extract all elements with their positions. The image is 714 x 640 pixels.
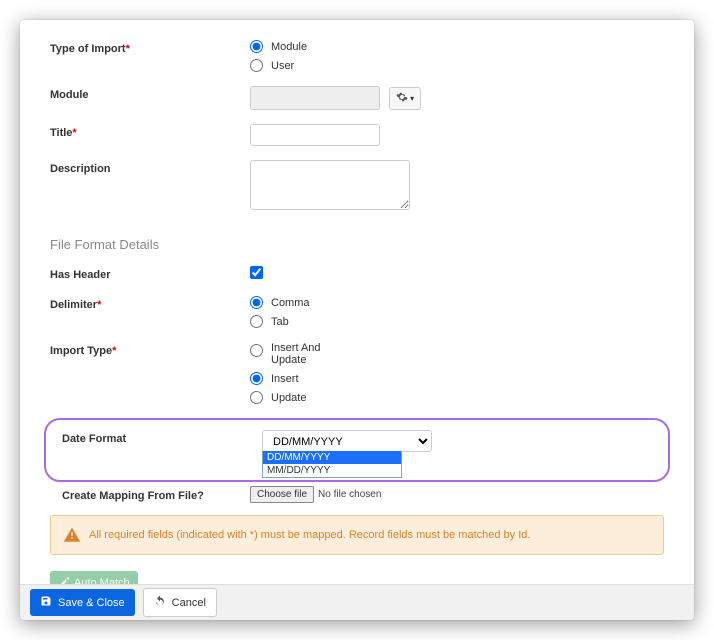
radio-update-label: Update: [271, 392, 306, 404]
radio-module-input[interactable]: [250, 40, 263, 53]
radio-tab[interactable]: Tab: [250, 315, 664, 328]
radio-tab-input[interactable]: [250, 315, 263, 328]
date-format-option-mmddyyyy[interactable]: MM/DD/YYYY: [263, 464, 401, 477]
label-title: Title*: [50, 124, 250, 139]
save-close-label: Save & Close: [58, 597, 125, 609]
radio-insert-input[interactable]: [250, 372, 263, 385]
label-module: Module: [50, 86, 250, 101]
label-type-of-import: Type of Import*: [50, 40, 250, 55]
description-field[interactable]: [250, 160, 410, 210]
alert-text: All required fields (indicated with *) m…: [89, 529, 530, 541]
module-settings-button[interactable]: ▾: [389, 87, 421, 110]
label-has-header: Has Header: [50, 266, 250, 281]
row-date-format: Date Format DD/MM/YYYY: [62, 430, 652, 452]
module-field[interactable]: [250, 86, 380, 110]
radio-update-input[interactable]: [250, 391, 263, 404]
label-import-type: Import Type*: [50, 342, 250, 357]
module-input-col: ▾: [250, 86, 664, 110]
footer-bar: Save & Close Cancel: [20, 584, 694, 620]
radio-user-label: User: [271, 60, 294, 72]
radio-comma-input[interactable]: [250, 296, 263, 309]
description-input-col: [250, 160, 664, 213]
row-description: Description: [50, 160, 664, 213]
save-close-button[interactable]: Save & Close: [30, 589, 135, 616]
date-format-input-col: DD/MM/YYYY: [262, 430, 652, 452]
type-of-import-options: Module User: [250, 40, 664, 72]
radio-user-input[interactable]: [250, 59, 263, 72]
chevron-down-icon: ▾: [410, 94, 414, 103]
alert-required-fields: All required fields (indicated with *) m…: [50, 515, 664, 555]
radio-module-label: Module: [271, 41, 307, 53]
row-module: Module ▾: [50, 86, 664, 110]
form-area: Type of Import* Module User Module: [20, 20, 694, 594]
undo-icon: [154, 595, 166, 610]
label-create-mapping: Create Mapping From File?: [50, 487, 250, 502]
has-header-checkbox[interactable]: [250, 266, 263, 279]
row-type-of-import: Type of Import* Module User: [50, 40, 664, 72]
row-import-type: Import Type* Insert And Update Insert Up…: [50, 342, 664, 404]
radio-user[interactable]: User: [250, 59, 664, 72]
cancel-label: Cancel: [172, 597, 206, 609]
save-icon: [40, 595, 52, 610]
radio-insert-update-input[interactable]: [250, 344, 263, 357]
row-title: Title*: [50, 124, 664, 146]
import-config-window: Type of Import* Module User Module: [20, 20, 694, 620]
delimiter-options: Comma Tab: [250, 296, 664, 328]
choose-file-button[interactable]: Choose file: [250, 486, 314, 503]
radio-insert-update-label: Insert And Update: [271, 342, 351, 366]
date-format-select[interactable]: DD/MM/YYYY: [262, 430, 432, 452]
file-control: Choose file No file chosen: [250, 486, 664, 503]
title-input-col: [250, 124, 664, 146]
date-format-dropdown: DD/MM/YYYY MM/DD/YYYY: [262, 451, 402, 478]
radio-comma-label: Comma: [271, 297, 310, 309]
label-delimiter: Delimiter*: [50, 296, 250, 311]
gear-icon: [396, 91, 408, 106]
no-file-label: No file chosen: [318, 489, 381, 500]
has-header-input-col: [250, 266, 664, 282]
date-format-option-ddmmyyyy[interactable]: DD/MM/YYYY: [263, 451, 401, 464]
radio-update[interactable]: Update: [250, 391, 664, 404]
cancel-button[interactable]: Cancel: [143, 588, 217, 617]
title-field[interactable]: [250, 124, 380, 146]
row-has-header: Has Header: [50, 266, 664, 282]
highlight-date-format: Date Format DD/MM/YYYY DD/MM/YYYY MM/DD/…: [44, 418, 670, 482]
radio-insert[interactable]: Insert: [250, 372, 664, 385]
radio-tab-label: Tab: [271, 316, 289, 328]
import-type-options: Insert And Update Insert Update: [250, 342, 664, 404]
radio-comma[interactable]: Comma: [250, 296, 664, 309]
radio-module[interactable]: Module: [250, 40, 664, 53]
radio-insert-update[interactable]: Insert And Update: [250, 342, 664, 366]
label-date-format: Date Format: [62, 430, 262, 445]
warning-icon: [63, 526, 81, 544]
row-delimiter: Delimiter* Comma Tab: [50, 296, 664, 328]
label-description: Description: [50, 160, 250, 175]
row-create-mapping: Create Mapping From File? Choose file No…: [50, 486, 664, 503]
section-file-format: File Format Details: [50, 237, 664, 252]
radio-insert-label: Insert: [271, 373, 299, 385]
